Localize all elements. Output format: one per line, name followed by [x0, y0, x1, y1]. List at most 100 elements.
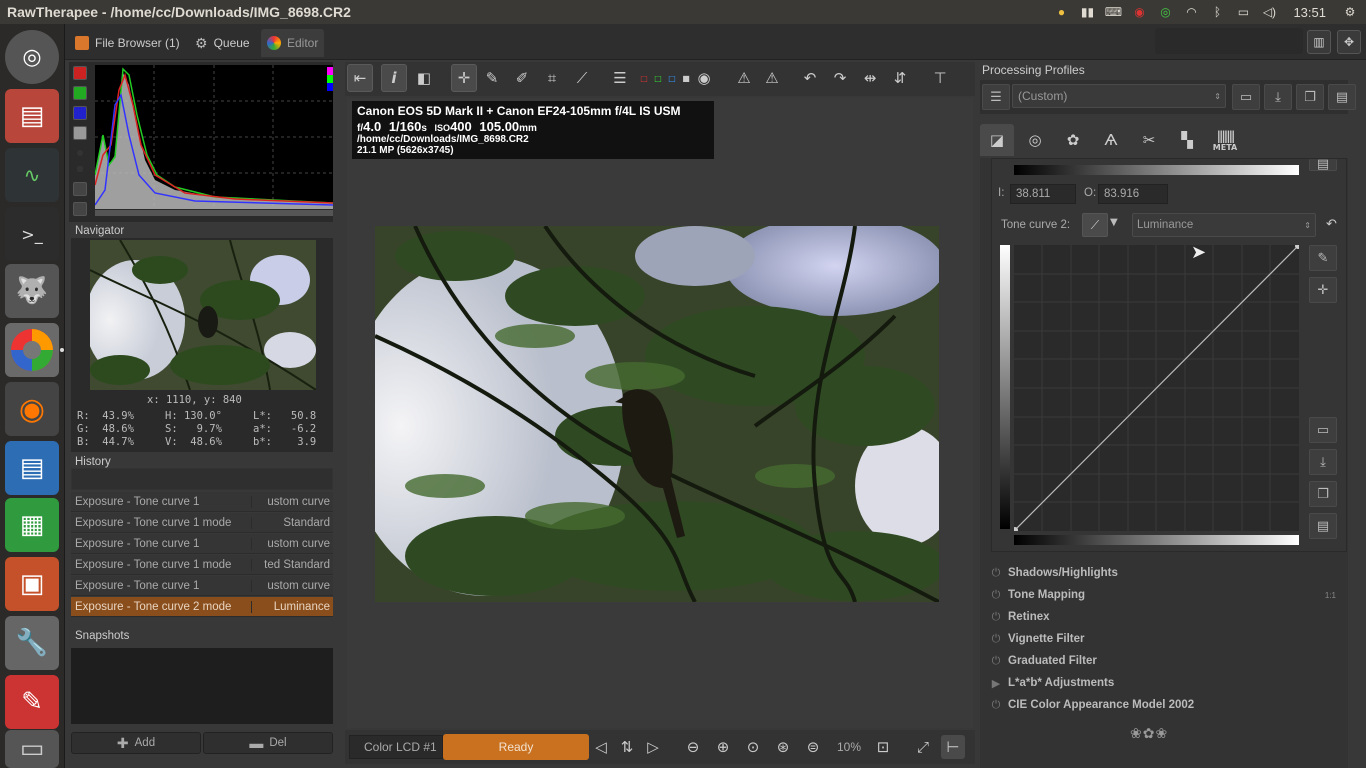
- histogram-raw-toggle[interactable]: [77, 166, 83, 172]
- profile-list-icon[interactable]: ☰: [982, 84, 1010, 110]
- firefox-icon[interactable]: ◉: [5, 382, 59, 436]
- history-row[interactable]: Exposure - Tone curve 1 mode Standard: [71, 513, 333, 533]
- bluetooth-icon[interactable]: ᛒ: [1209, 5, 1225, 19]
- keyboard-icon[interactable]: ⌨: [1105, 5, 1122, 19]
- update-icon[interactable]: ●: [1053, 5, 1069, 19]
- trash-icon[interactable]: ▭: [5, 730, 59, 768]
- histogram-luminance-toggle[interactable]: [73, 126, 87, 140]
- curve-mode-select[interactable]: Luminance ⇕: [1132, 213, 1316, 237]
- crop-icon[interactable]: ⌗: [539, 64, 565, 92]
- file-manager-icon[interactable]: ▤: [5, 89, 59, 143]
- chrome-icon[interactable]: ◎: [1157, 5, 1173, 19]
- fullscreen-icon[interactable]: ⤢: [911, 735, 935, 759]
- rawtherapee-icon[interactable]: [5, 323, 59, 377]
- tool-item[interactable]: ⏻ Vignette Filter: [984, 628, 1344, 650]
- rotate-right-icon[interactable]: ↷: [827, 64, 853, 92]
- power-toggle-icon[interactable]: ⏻: [984, 567, 1008, 580]
- tab-exposure-icon[interactable]: ◪: [980, 124, 1014, 156]
- wifi-icon[interactable]: ◠: [1183, 5, 1199, 19]
- processing-profile-select[interactable]: (Custom) ⇕: [1012, 84, 1226, 108]
- tab-raw-icon[interactable]: ▚: [1170, 124, 1204, 156]
- next-image-icon[interactable]: ▷: [641, 735, 665, 759]
- flip-vertical-icon[interactable]: ⇵: [887, 64, 913, 92]
- volume-icon[interactable]: ◁): [1261, 5, 1277, 19]
- edit-curve-pencil-icon[interactable]: ✎: [1309, 245, 1337, 271]
- power-toggle-icon[interactable]: ⏻: [984, 655, 1008, 668]
- history-row[interactable]: Exposure - Tone curve 1 ustom curve: [71, 492, 333, 512]
- histogram-chroma-toggle[interactable]: [77, 150, 83, 156]
- tool-item[interactable]: ⏻ Retinex: [984, 606, 1344, 628]
- history-row[interactable]: Exposure - Tone curve 1 ustom curve: [71, 534, 333, 554]
- paste-curve-icon[interactable]: ▤: [1309, 157, 1337, 172]
- flip-horizontal-icon[interactable]: ⇹: [857, 64, 883, 92]
- power-toggle-icon[interactable]: ⏻: [984, 589, 1008, 602]
- zoom-fit-crop-icon[interactable]: ⊛: [771, 735, 795, 759]
- copy-curve-icon[interactable]: ❐: [1309, 481, 1337, 507]
- histogram-blue-toggle[interactable]: [73, 106, 87, 120]
- straighten-icon[interactable]: ⟋: [569, 64, 595, 92]
- tab-advanced-icon[interactable]: Ѧ: [1094, 124, 1128, 156]
- tab-queue[interactable]: ⚙ Queue: [189, 29, 256, 57]
- save-curve-icon[interactable]: ⤓: [1309, 449, 1337, 475]
- tab-transform-icon[interactable]: ✂: [1132, 124, 1166, 156]
- histogram-green-toggle[interactable]: [73, 86, 87, 100]
- curve-output-field[interactable]: 83.916: [1098, 184, 1168, 204]
- ubuntu-dash-icon[interactable]: ◎: [5, 30, 59, 84]
- load-curve-icon[interactable]: ▭: [1309, 417, 1337, 443]
- load-profile-icon[interactable]: ▭: [1232, 84, 1260, 110]
- tab-metadata[interactable]: ||||||| META: [1208, 124, 1242, 156]
- gimp-icon[interactable]: 🐺: [5, 264, 59, 318]
- tool-item[interactable]: ⏻ CIE Color Appearance Model 2002: [984, 694, 1344, 716]
- history-row[interactable]: Exposure - Tone curve 1 mode ted Standard: [71, 555, 333, 575]
- focus-mask-icon[interactable]: ◉: [691, 64, 717, 92]
- hand-tool-icon[interactable]: ✛: [451, 64, 477, 92]
- copy-profile-icon[interactable]: ❐: [1296, 84, 1324, 110]
- gear-icon[interactable]: ⚙: [1342, 5, 1358, 19]
- color-picker-icon[interactable]: ✐: [509, 64, 535, 92]
- keyboard-layout-icon[interactable]: ▮▮: [1079, 5, 1095, 19]
- tab-detail-icon[interactable]: ◎: [1018, 124, 1052, 156]
- tool-item[interactable]: ⏻ Graduated Filter: [984, 650, 1344, 672]
- history-row[interactable]: Exposure - Tone curve 2 mode Luminance: [71, 597, 333, 617]
- tab-editor[interactable]: Editor: [261, 29, 325, 57]
- reset-curve-icon[interactable]: ↶: [1326, 217, 1337, 232]
- system-monitor-icon[interactable]: ∿: [5, 148, 59, 202]
- zoom-out-icon[interactable]: ⊖: [681, 735, 705, 759]
- network-tool-icon[interactable]: ◉: [1131, 5, 1147, 19]
- tab-file-browser[interactable]: File Browser (1): [69, 29, 186, 57]
- power-toggle-icon[interactable]: ⏻: [984, 633, 1008, 646]
- tab-color-icon[interactable]: ✿: [1056, 124, 1090, 156]
- add-snapshot-button[interactable]: ✚ Add: [71, 732, 201, 754]
- writer-icon[interactable]: ▤: [5, 441, 59, 495]
- save-profile-icon[interactable]: ⤓: [1264, 84, 1292, 110]
- clipped-highlights-icon[interactable]: ⚠: [759, 64, 785, 92]
- before-after-icon[interactable]: ◧: [411, 64, 437, 92]
- new-detail-window-icon[interactable]: ⊡: [871, 735, 895, 759]
- calc-icon[interactable]: ▦: [5, 498, 59, 552]
- zoom-fit-icon[interactable]: ⊙: [741, 735, 765, 759]
- zoom-100-icon[interactable]: ⊜: [801, 735, 825, 759]
- move-window-icon[interactable]: ✥: [1337, 30, 1361, 54]
- rotate-left-icon[interactable]: ↶: [797, 64, 823, 92]
- output-profile-selector[interactable]: Color LCD #1: [349, 735, 443, 759]
- impress-icon[interactable]: ▣: [5, 557, 59, 611]
- delete-snapshot-button[interactable]: ▬ Del: [203, 732, 333, 754]
- paste-profile-icon[interactable]: ▤: [1328, 84, 1356, 110]
- curve-type-dropdown-icon[interactable]: ▼: [1110, 217, 1118, 228]
- hide-right-panel-icon[interactable]: ⊢: [941, 735, 965, 759]
- curve-input-field[interactable]: 38.811: [1010, 184, 1076, 204]
- clock[interactable]: 13:51: [1287, 5, 1332, 20]
- power-toggle-icon[interactable]: ⏻: [984, 611, 1008, 624]
- preview-mode-icon[interactable]: ☰: [607, 64, 633, 92]
- curve-picker-icon[interactable]: ✛: [1309, 277, 1337, 303]
- snapshots-list[interactable]: [71, 648, 333, 724]
- histogram-mode-toggle[interactable]: [73, 202, 87, 216]
- paste-curve-bottom-icon[interactable]: ▤: [1309, 513, 1337, 539]
- tool-item[interactable]: ▶ L*a*b* Adjustments: [984, 672, 1344, 694]
- tool-item[interactable]: ⏻ Tone Mapping 1:1: [984, 584, 1344, 606]
- histogram-bar-toggle[interactable]: [73, 182, 87, 196]
- zoom-in-icon[interactable]: ⊕: [711, 735, 735, 759]
- tool-item[interactable]: ⏻ Shadows/Highlights: [984, 562, 1344, 584]
- system-settings-icon[interactable]: 🔧: [5, 616, 59, 670]
- hide-left-panel-icon[interactable]: ⇤: [347, 64, 373, 92]
